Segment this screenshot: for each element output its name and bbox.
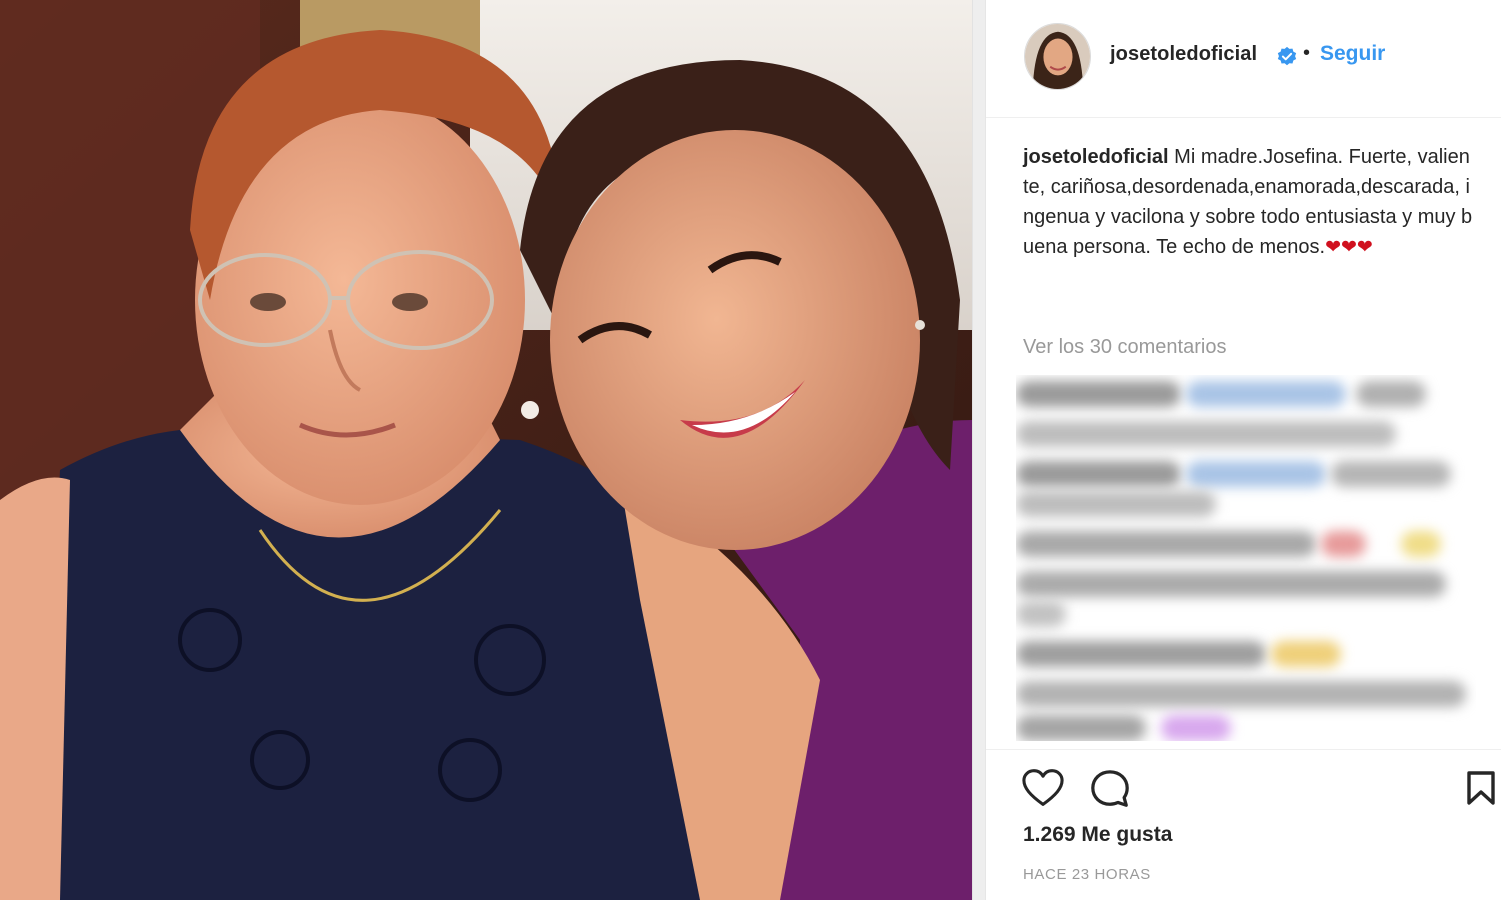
post-photo[interactable] bbox=[0, 0, 972, 900]
blurred-comment bbox=[1186, 381, 1346, 407]
bookmark-icon[interactable] bbox=[1466, 770, 1496, 806]
header-separator: • bbox=[1303, 42, 1311, 64]
blurred-comment bbox=[1186, 461, 1326, 487]
header-username[interactable]: josetoledoficial bbox=[1110, 43, 1257, 66]
blurred-comment bbox=[1016, 601, 1066, 627]
blurred-comment bbox=[1271, 641, 1341, 667]
comment-bubble-icon[interactable] bbox=[1089, 768, 1131, 810]
likes-count[interactable]: 1.269 Me gusta bbox=[1023, 823, 1172, 847]
blurred-comment bbox=[1016, 715, 1146, 741]
caption-username[interactable]: josetoledoficial bbox=[1023, 146, 1169, 168]
panel-divider bbox=[972, 0, 986, 900]
blurred-comment bbox=[1401, 531, 1441, 557]
blurred-comment bbox=[1356, 381, 1426, 407]
blurred-comment bbox=[1321, 531, 1366, 557]
caption-heart-emojis: ❤❤❤ bbox=[1325, 236, 1373, 258]
blurred-comment bbox=[1016, 571, 1446, 597]
blurred-comment bbox=[1161, 715, 1231, 741]
blurred-comment bbox=[1016, 421, 1396, 447]
follow-button[interactable]: Seguir bbox=[1320, 42, 1385, 66]
heart-icon[interactable] bbox=[1021, 768, 1065, 808]
blurred-comment bbox=[1016, 461, 1181, 487]
verified-badge-icon bbox=[1277, 46, 1297, 66]
view-all-comments-link[interactable]: Ver los 30 comentarios bbox=[1023, 336, 1226, 359]
blurred-comment bbox=[1016, 641, 1266, 667]
post-header: josetoledoficial • Seguir bbox=[986, 0, 1501, 118]
post-caption: josetoledoficial Mi madre.Josefina. Fuer… bbox=[1023, 142, 1473, 262]
post-timestamp[interactable]: HACE 23 HORAS bbox=[1023, 866, 1151, 883]
blurred-comment bbox=[1331, 461, 1451, 487]
comments-list-blurred bbox=[1016, 375, 1476, 741]
blurred-comment bbox=[1016, 491, 1216, 517]
blurred-comment bbox=[1016, 681, 1466, 707]
avatar[interactable] bbox=[1024, 23, 1091, 90]
post-actions: 1.269 Me gusta HACE 23 HORAS bbox=[986, 749, 1501, 900]
blurred-comment bbox=[1016, 531, 1316, 557]
post-side-panel: josetoledoficial • Seguir josetoledofici… bbox=[986, 0, 1509, 900]
blurred-comment bbox=[1016, 381, 1181, 407]
